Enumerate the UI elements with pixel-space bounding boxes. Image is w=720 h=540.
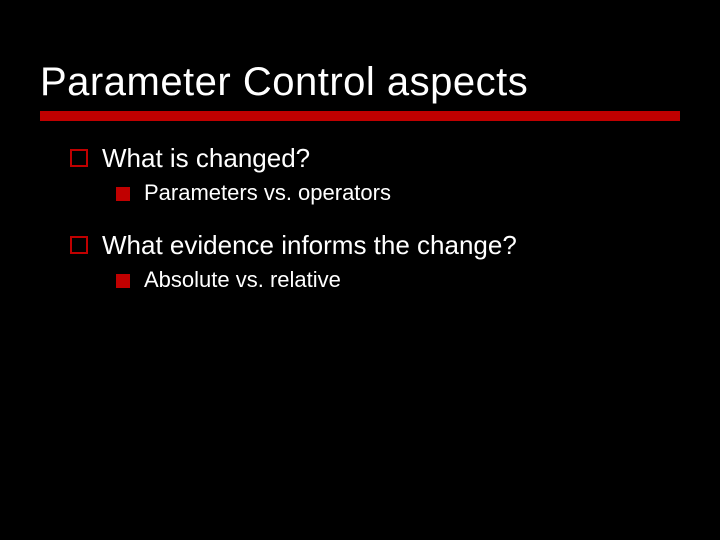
slide: Parameter Control aspects What is change…: [0, 0, 720, 540]
filled-square-icon: [116, 274, 130, 288]
filled-square-icon: [116, 187, 130, 201]
hollow-square-icon: [70, 149, 88, 167]
bullet-text: Absolute vs. relative: [144, 267, 341, 293]
bullet-level1: What is changed?: [70, 143, 680, 174]
bullet-text: What evidence informs the change?: [102, 230, 517, 261]
slide-title: Parameter Control aspects: [40, 60, 680, 105]
hollow-square-icon: [70, 236, 88, 254]
bullet-level2: Absolute vs. relative: [116, 267, 680, 293]
bullet-level2: Parameters vs. operators: [116, 180, 680, 206]
bullet-text: What is changed?: [102, 143, 310, 174]
title-underline: [40, 111, 680, 121]
bullet-text: Parameters vs. operators: [144, 180, 391, 206]
bullet-level1: What evidence informs the change?: [70, 230, 680, 261]
